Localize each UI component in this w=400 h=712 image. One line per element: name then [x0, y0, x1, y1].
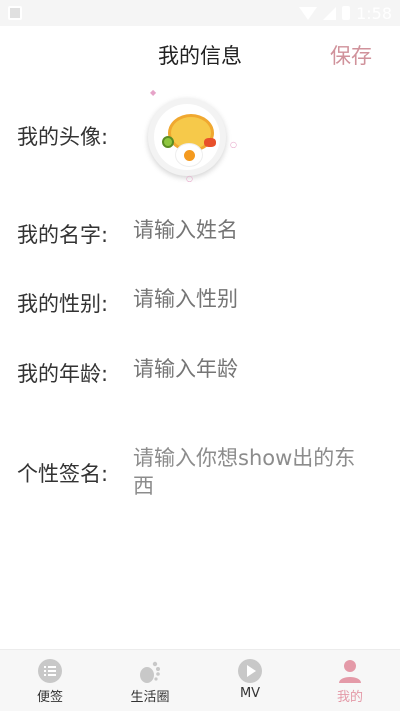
- wifi-icon: [299, 6, 318, 20]
- list-icon: [38, 659, 62, 683]
- play-icon: [238, 659, 262, 683]
- cell-signal-icon: [323, 6, 337, 20]
- signature-placeholder-line2: 西: [133, 474, 154, 498]
- age-label: 我的年龄:: [17, 362, 109, 386]
- signature-label: 个性签名:: [17, 462, 109, 486]
- bottom-tab-bar: 便签 生活圈 MV 我的: [0, 649, 400, 711]
- age-input[interactable]: [133, 358, 373, 382]
- avatar[interactable]: [148, 98, 226, 176]
- tab-mine[interactable]: 我的: [300, 650, 400, 712]
- tab-label: 我的: [336, 690, 363, 705]
- status-bar: 1:58: [0, 0, 400, 26]
- tab-label: 生活圈: [130, 690, 170, 705]
- tab-life-circle[interactable]: 生活圈: [100, 650, 200, 712]
- sparkle-icon: ◆: [150, 88, 157, 97]
- kiwi-graphic: [162, 136, 174, 148]
- tomato-graphic: [204, 138, 216, 147]
- plate-graphic: [154, 104, 220, 170]
- status-right: 1:58: [299, 3, 392, 23]
- notification-icon: [8, 6, 22, 20]
- name-input[interactable]: [133, 219, 373, 243]
- tab-notes[interactable]: 便签: [0, 650, 100, 712]
- tab-label: 便签: [36, 690, 63, 705]
- gender-input[interactable]: [133, 288, 373, 312]
- signature-placeholder-line1: 请输入你想show出的东: [133, 446, 356, 470]
- circle-deco-icon: ○: [230, 140, 237, 149]
- circle-deco-icon: ○: [186, 174, 193, 183]
- name-label: 我的名字:: [17, 223, 109, 247]
- person-icon: [339, 660, 361, 683]
- avatar-label: 我的头像:: [17, 125, 109, 149]
- egg-yolk-graphic: [184, 150, 195, 161]
- tab-label: MV: [239, 686, 261, 701]
- signature-input[interactable]: 请输入你想show出的东 西: [133, 444, 383, 500]
- footprint-icon: [140, 661, 160, 683]
- save-button[interactable]: 保存: [330, 40, 372, 70]
- gender-label: 我的性别:: [17, 292, 109, 316]
- tab-mv[interactable]: MV: [200, 650, 300, 712]
- battery-icon: [342, 6, 351, 20]
- status-time: 1:58: [356, 3, 392, 23]
- header: 我的信息 保存: [0, 26, 400, 82]
